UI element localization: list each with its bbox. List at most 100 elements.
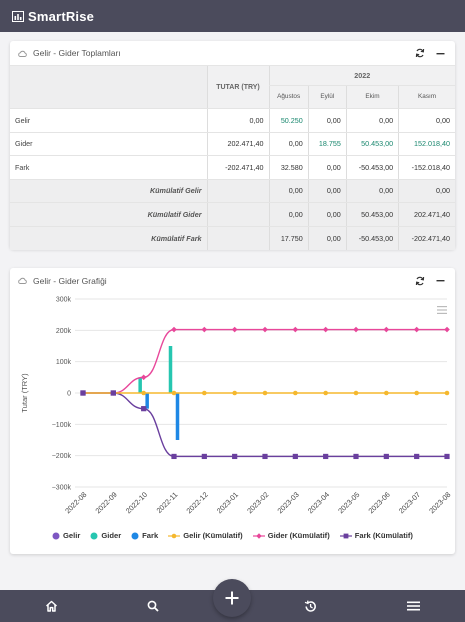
row-label: Fark [10, 155, 207, 180]
cell-value: 0,00 [345, 179, 399, 203]
row-label: Kümülatif Gider [10, 202, 207, 227]
home-button[interactable] [31, 590, 71, 622]
y-tick-label: −200k [52, 453, 72, 460]
cell-value: 0,00 [307, 226, 347, 250]
totals-table: TUTAR (TRY) 2022 Ağustos Eylül Ekim Kası… [10, 66, 455, 250]
cell-value: 0,00 [268, 132, 309, 156]
legend-item[interactable]: Fark [131, 531, 158, 540]
cell-value: -50.453,00 [345, 226, 399, 250]
collapse-icon[interactable] [433, 46, 447, 60]
cell-value: -202.471,40 [398, 226, 455, 250]
table-row: Gider 202.471,40 0,00 18.755 50.453,00 1… [10, 132, 455, 156]
legend-item[interactable]: Gider (Kümülatif) [252, 531, 330, 540]
collapse-icon[interactable] [433, 274, 447, 288]
data-point [262, 390, 268, 396]
history-icon [304, 600, 316, 612]
legend-item[interactable]: Gider [90, 531, 121, 540]
cell-value: 0,00 [307, 108, 347, 133]
chart-card: Gelir - Gider Grafiği 300k 200k 100k 0 −100k… [10, 268, 455, 554]
x-tick-label: 2022-09 [93, 490, 118, 515]
data-point [413, 326, 420, 333]
data-point [353, 453, 359, 460]
chart-card-header: Gelir - Gider Grafiği [10, 268, 455, 293]
x-tick-label: 2023-01 [215, 490, 240, 515]
legend-item[interactable]: Gelir [52, 531, 80, 540]
row-label: Kümülatif Fark [10, 226, 207, 250]
year-header: 2022 [268, 66, 455, 86]
data-point [414, 390, 419, 396]
search-button[interactable] [133, 590, 173, 622]
table-row: Fark -202.471,40 32.580 0,00 -50.453,00 … [10, 155, 455, 180]
totals-card-header: Gelir - Gider Toplamları [10, 41, 455, 66]
x-tick-label: 2022-08 [63, 490, 88, 515]
legend-label: Fark (Kümülatif) [354, 531, 413, 540]
data-point [383, 453, 389, 460]
cell-value: 50.453,00 [345, 202, 399, 227]
x-tick-label: 2023-08 [427, 490, 452, 515]
row-total [206, 226, 269, 250]
refresh-icon[interactable] [413, 46, 427, 60]
month-header: Kasım [398, 85, 455, 109]
x-tick-label: 2023-07 [397, 490, 422, 515]
legend-label: Gelir (Kümülatif) [183, 531, 243, 540]
legend-item[interactable]: Fark (Kümülatif) [339, 531, 413, 540]
cell-value: 202.471,40 [398, 202, 455, 227]
cell-value: 17.750 [268, 226, 309, 250]
data-point [293, 390, 298, 396]
legend-item[interactable]: Gelir (Kümülatif) [168, 531, 243, 540]
y-tick-label: 100k [56, 359, 72, 366]
row-total [206, 202, 269, 227]
cell-value: 18.755 [307, 132, 347, 156]
row-label: Kümülatif Gelir [10, 179, 207, 203]
x-tick-label: 2022-11 [154, 490, 179, 515]
data-point [201, 326, 208, 333]
data-point [231, 326, 238, 333]
row-total: 0,00 [206, 108, 269, 133]
data-point [323, 390, 328, 396]
data-point [384, 390, 389, 396]
y-axis-label: Tutar (TRY) [20, 373, 29, 413]
history-button[interactable] [290, 590, 330, 622]
add-button[interactable] [213, 579, 251, 617]
refresh-icon[interactable] [413, 274, 427, 288]
data-point [262, 453, 268, 460]
x-tick-label: 2023-05 [336, 490, 361, 515]
chart-legend: Gelir Gider Fark Gelir (Kümülatif) Gider (Kü… [10, 531, 455, 540]
cell-value: 0,00 [398, 179, 455, 203]
corner-cell [10, 66, 207, 109]
bar [138, 377, 142, 393]
y-tick-label: −100k [52, 422, 72, 429]
data-point [383, 326, 390, 333]
cell-value: 50.250 [268, 108, 309, 133]
cell-value: 0,00 [307, 155, 347, 180]
data-point [201, 453, 207, 460]
x-tick-label: 2023-06 [366, 490, 391, 515]
cell-value: -50.453,00 [345, 155, 399, 180]
bar [175, 393, 180, 440]
app-logo[interactable]: SmartRise [12, 9, 94, 24]
cell-value: 152.018,40 [398, 132, 455, 156]
y-tick-label: 0 [67, 391, 71, 398]
app-title: SmartRise [28, 8, 95, 24]
row-total: 202.471,40 [206, 132, 269, 156]
y-tick-label: −300k [52, 485, 72, 492]
home-icon [45, 600, 57, 612]
data-point [444, 453, 450, 460]
add-icon [225, 591, 239, 605]
menu-button[interactable] [393, 590, 433, 622]
data-point [353, 390, 359, 396]
cell-value: 0,00 [307, 179, 347, 203]
cell-value: -152.018,40 [398, 155, 455, 180]
row-label: Gelir [10, 108, 207, 133]
data-point [323, 453, 329, 460]
row-label: Gider [10, 132, 207, 156]
data-point [444, 326, 450, 333]
y-tick-label: 300k [56, 297, 72, 304]
data-point [202, 390, 207, 396]
x-tick-label: 2023-02 [245, 490, 270, 515]
cell-value: 0,00 [268, 202, 309, 227]
bar [168, 346, 173, 393]
cell-value: 0,00 [398, 108, 455, 133]
top-bar: SmartRise [0, 0, 465, 32]
month-header: Ekim [345, 85, 399, 109]
